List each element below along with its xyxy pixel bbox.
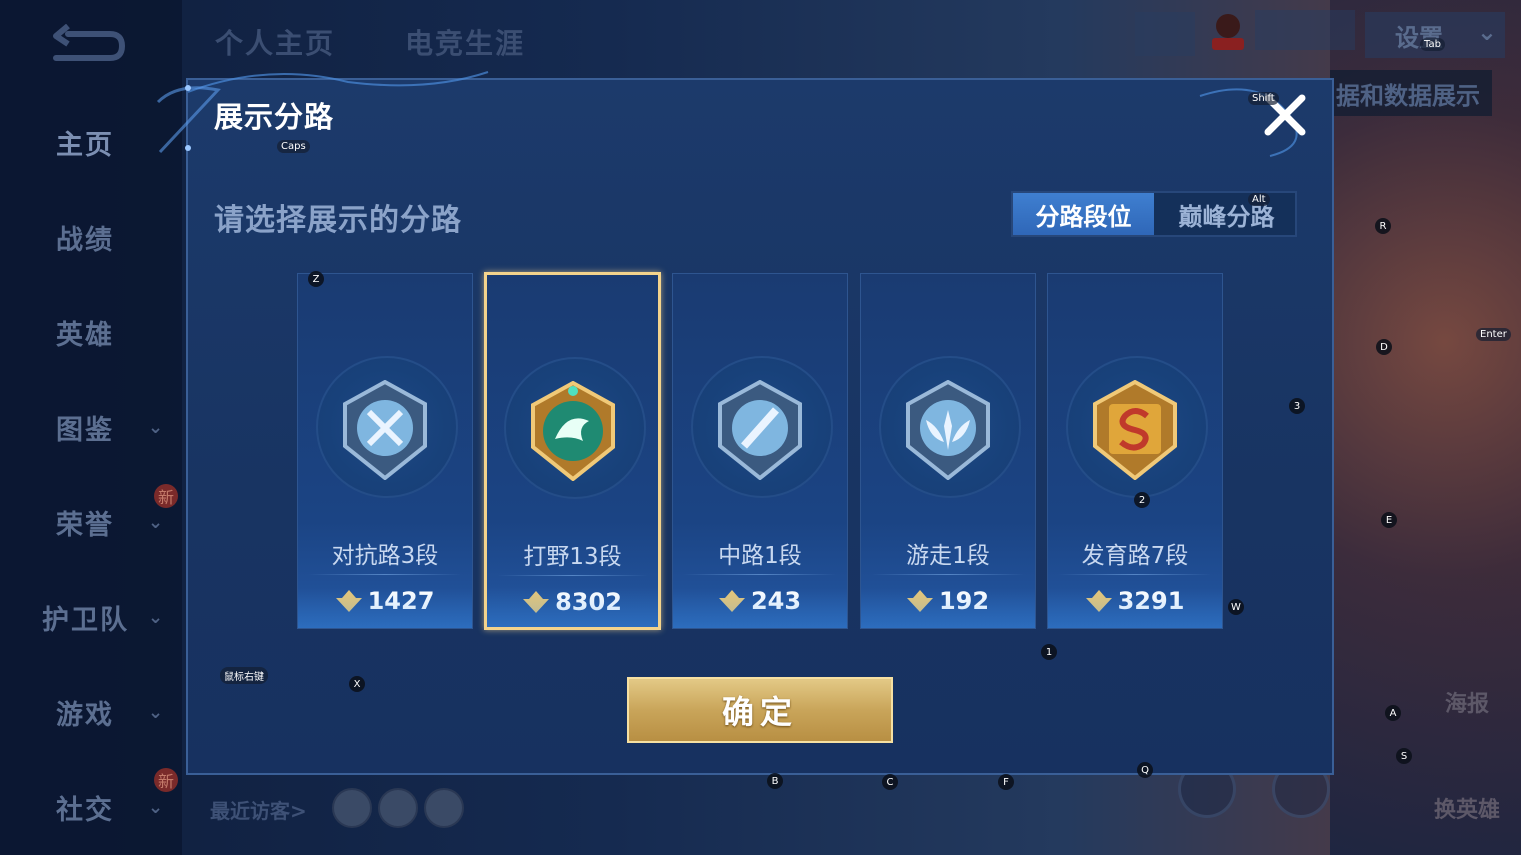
sidebar-item-heroes[interactable]: 英雄 bbox=[0, 302, 182, 362]
key-hint: R bbox=[1375, 218, 1391, 234]
bell-icon[interactable] bbox=[1135, 12, 1195, 56]
key-hint: Shift bbox=[1248, 92, 1279, 105]
sidebar-item-label: 荣誉 bbox=[56, 509, 114, 541]
back-arrow-icon[interactable] bbox=[48, 24, 126, 64]
lane-card-jungle[interactable]: 打野13段 8302 bbox=[484, 272, 661, 630]
key-hint: A bbox=[1385, 705, 1401, 721]
lane-card-roam[interactable]: 游走1段 192 bbox=[860, 273, 1036, 629]
lane-name: 对抗路3段 bbox=[331, 543, 439, 569]
dragon-emblem-icon bbox=[530, 381, 615, 481]
bow-emblem-icon bbox=[1093, 380, 1177, 480]
key-hint: 鼠标右键 bbox=[220, 667, 268, 684]
sidebar-item-guard[interactable]: 护卫队 ⌄ bbox=[0, 587, 182, 647]
lane-score: 3291 bbox=[1048, 587, 1222, 615]
lane-score: 1427 bbox=[298, 587, 472, 615]
key-hint: X bbox=[349, 676, 365, 692]
sidebar-item-label: 护卫队 bbox=[42, 604, 129, 636]
sidebar-item-label: 图鉴 bbox=[56, 414, 114, 446]
lane-name: 打野13段 bbox=[523, 544, 622, 570]
key-hint: Tab bbox=[1420, 38, 1445, 51]
lane-point-icon bbox=[1085, 590, 1112, 612]
lane-point-icon bbox=[906, 590, 933, 612]
lane-point-icon bbox=[335, 590, 362, 612]
lane-card-bottom[interactable]: 发育路7段 3291 bbox=[1047, 273, 1223, 629]
sidebar-item-label: 战绩 bbox=[56, 224, 114, 256]
tab-profile[interactable]: 个人主页 bbox=[215, 22, 335, 62]
key-hint: D bbox=[1376, 339, 1392, 355]
chevron-down-icon: ⌄ bbox=[148, 701, 166, 723]
divider bbox=[871, 574, 1025, 575]
staff-emblem-icon bbox=[718, 380, 802, 480]
score-value: 1427 bbox=[367, 587, 435, 615]
sword-cross-emblem-icon bbox=[343, 380, 427, 480]
data-display-label: 据和数据展示 bbox=[1330, 70, 1492, 116]
score-value: 3291 bbox=[1117, 587, 1185, 615]
modal-subtitle: 请选择展示的分路 bbox=[214, 203, 462, 238]
background-art bbox=[1330, 0, 1521, 855]
score-value: 192 bbox=[938, 587, 990, 615]
key-hint: Enter bbox=[1476, 328, 1511, 341]
chevron-down-icon: ⌄ bbox=[148, 796, 166, 818]
chevron-down-icon: ⌄ bbox=[1476, 18, 1497, 46]
sidebar-item-label: 游戏 bbox=[56, 699, 114, 731]
chevron-down-icon: ⌄ bbox=[148, 511, 166, 533]
lane-card-top[interactable]: 对抗路3段 1427 bbox=[297, 273, 473, 629]
score-value: 8302 bbox=[555, 588, 622, 616]
lane-card-mid[interactable]: 中路1段 243 bbox=[672, 273, 848, 629]
tab-lane-rank[interactable]: 分路段位 bbox=[1013, 193, 1154, 235]
key-hint: 2 bbox=[1134, 492, 1150, 508]
key-hint: Q bbox=[1137, 762, 1153, 778]
modal-title: 展示分路 bbox=[214, 100, 335, 134]
key-hint: C bbox=[882, 774, 898, 790]
lane-score: 8302 bbox=[487, 588, 658, 616]
settings-button[interactable]: 设置 ⌄ bbox=[1365, 12, 1505, 58]
new-badge: 新 bbox=[154, 484, 178, 508]
chevron-down-icon: ⌄ bbox=[148, 416, 166, 438]
avatar[interactable] bbox=[332, 788, 372, 828]
vip-icon[interactable] bbox=[1210, 12, 1246, 52]
key-hint: Caps bbox=[277, 140, 310, 153]
avatar[interactable] bbox=[424, 788, 464, 828]
chevron-down-icon: ⌄ bbox=[148, 606, 166, 628]
key-hint: S bbox=[1396, 748, 1412, 764]
sidebar-item-games[interactable]: 游戏 ⌄ bbox=[0, 682, 182, 742]
sidebar-item-label: 英雄 bbox=[56, 319, 114, 351]
lane-name: 中路1段 bbox=[718, 543, 802, 569]
top-tabs: 个人主页 电竞生涯 bbox=[215, 22, 525, 62]
wing-emblem-icon bbox=[906, 380, 990, 480]
score-value: 243 bbox=[750, 587, 802, 615]
sidebar-item-label: 主页 bbox=[56, 129, 114, 161]
key-hint: 3 bbox=[1289, 398, 1305, 414]
lane-name: 发育路7段 bbox=[1081, 543, 1189, 569]
key-hint: 1 bbox=[1041, 644, 1057, 660]
lane-point-icon bbox=[718, 590, 745, 612]
confirm-button[interactable]: 确定 bbox=[627, 677, 893, 743]
lane-score: 192 bbox=[861, 587, 1035, 615]
lane-point-icon bbox=[523, 591, 550, 613]
sidebar-item-records[interactable]: 战绩 bbox=[0, 207, 182, 267]
lane-name: 游走1段 bbox=[906, 543, 990, 569]
key-hint: W bbox=[1228, 599, 1244, 615]
lane-score: 243 bbox=[673, 587, 847, 615]
change-hero-button[interactable]: 换英雄 bbox=[1434, 792, 1502, 823]
notice-banner[interactable] bbox=[1255, 10, 1355, 50]
avatar[interactable] bbox=[378, 788, 418, 828]
tab-peak-lane[interactable]: 巅峰分路 bbox=[1156, 193, 1297, 235]
sidebar-item-label: 社交 bbox=[56, 794, 114, 826]
divider bbox=[1058, 574, 1212, 575]
recent-visitors-label[interactable]: 最近访客> bbox=[210, 795, 307, 824]
divider bbox=[683, 574, 837, 575]
key-hint: Z bbox=[308, 271, 324, 287]
key-hint: B bbox=[767, 773, 783, 789]
tab-esports-career[interactable]: 电竞生涯 bbox=[405, 22, 525, 62]
new-badge: 新 bbox=[154, 768, 178, 792]
sidebar-item-codex[interactable]: 图鉴 ⌄ bbox=[0, 397, 182, 457]
divider bbox=[497, 575, 648, 576]
divider bbox=[308, 574, 462, 575]
key-hint: Alt bbox=[1248, 193, 1270, 206]
key-hint: E bbox=[1381, 512, 1397, 528]
poster-button[interactable]: 海报 bbox=[1445, 686, 1513, 717]
key-hint: F bbox=[998, 774, 1014, 790]
